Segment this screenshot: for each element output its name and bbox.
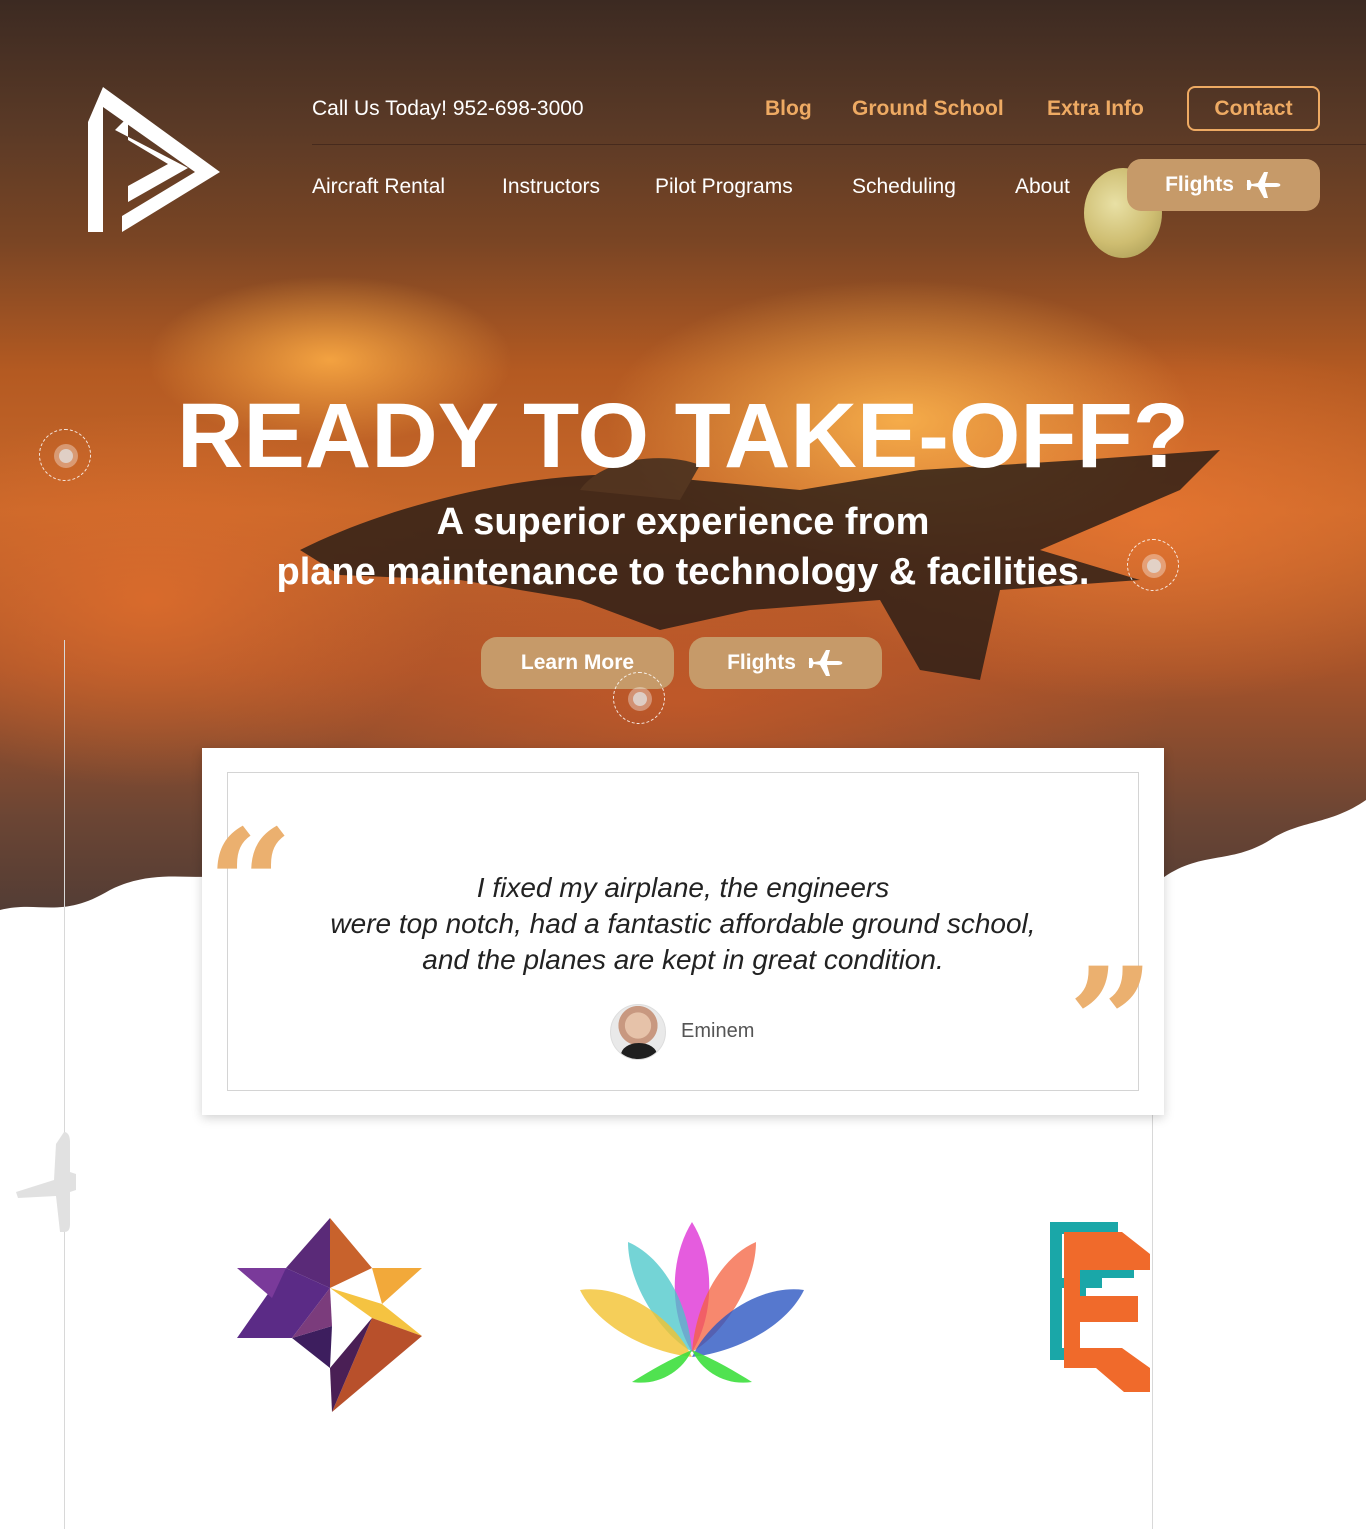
nav-link-blog[interactable]: Blog — [765, 97, 812, 121]
decorative-ring — [39, 429, 91, 481]
nav-item-pilot-programs[interactable]: Pilot Programs — [655, 175, 793, 199]
testimonial-line-2: were top notch, had a fantastic affordab… — [330, 908, 1036, 939]
flights-button-label: Flights — [727, 651, 796, 674]
contact-button[interactable]: Contact — [1187, 86, 1320, 131]
hero-headline: READY TO TAKE-OFF? — [177, 385, 1189, 487]
guide-line-left — [64, 640, 65, 1529]
lotus-logo-icon[interactable] — [578, 1222, 806, 1386]
brand-logo-icon[interactable] — [80, 82, 225, 237]
phone-number: Call Us Today! 952-698-3000 — [312, 97, 584, 120]
airplane-icon — [1245, 172, 1281, 198]
nav-item-scheduling[interactable]: Scheduling — [852, 175, 956, 199]
nav-item-aircraft-rental[interactable]: Aircraft Rental — [312, 175, 445, 199]
testimonial-author: Eminem — [681, 1020, 755, 1042]
testimonial-text: I fixed my airplane, the engineers were … — [0, 870, 1366, 978]
testimonial-line-1: I fixed my airplane, the engineers — [476, 872, 890, 903]
flights-nav-button[interactable]: Flights — [1127, 159, 1320, 211]
airplane-icon — [807, 650, 843, 676]
e-logo-icon[interactable] — [1046, 1218, 1154, 1396]
nav-link-ground-school[interactable]: Ground School — [852, 97, 1004, 121]
nav-item-about[interactable]: About — [1015, 175, 1070, 199]
decorative-ring — [1127, 539, 1179, 591]
testimonial-line-3: and the planes are kept in great conditi… — [422, 944, 944, 975]
flights-nav-label: Flights — [1165, 173, 1234, 196]
flights-button[interactable]: Flights — [689, 637, 882, 689]
nav-link-extra-info[interactable]: Extra Info — [1047, 97, 1144, 121]
star-logo-icon[interactable] — [232, 1218, 427, 1416]
nav-item-instructors[interactable]: Instructors — [502, 175, 600, 199]
airplane-icon — [16, 1132, 76, 1232]
nav-divider — [312, 144, 1366, 145]
decorative-ring — [613, 672, 665, 724]
avatar — [610, 1004, 666, 1060]
